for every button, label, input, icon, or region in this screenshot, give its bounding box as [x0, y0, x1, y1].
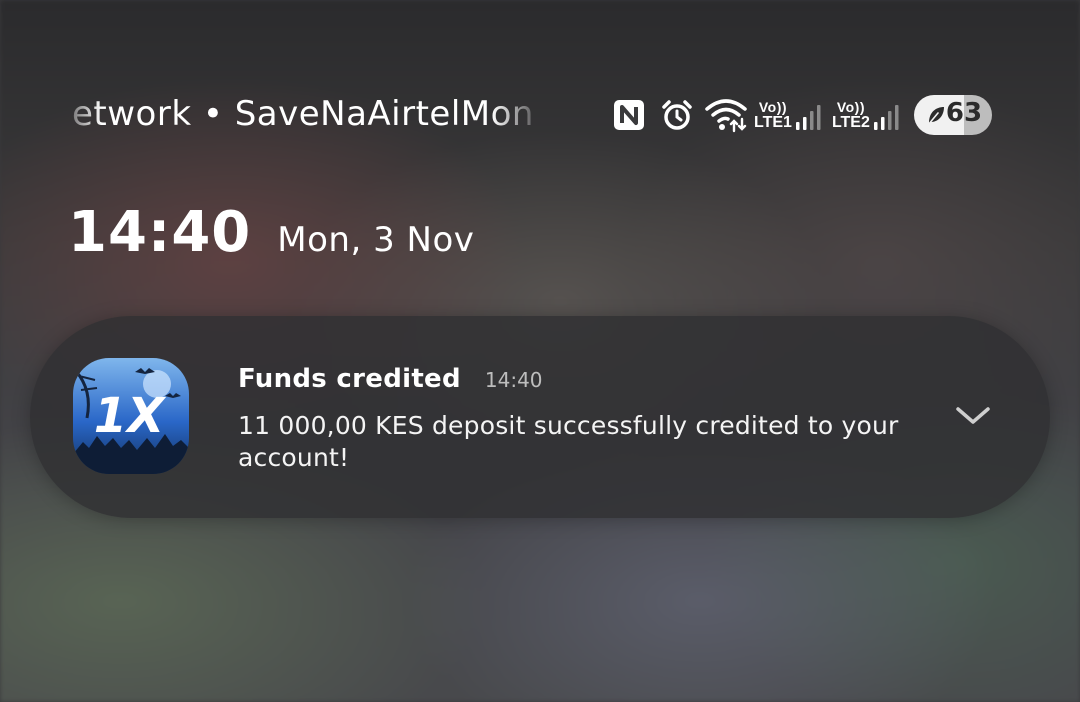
notification-card[interactable]: 1X Funds credited 14:40 11 000,00 KES de… — [30, 316, 1050, 518]
wifi-icon — [705, 99, 747, 133]
sim1-network-label: Vo)) LTE1 — [754, 99, 792, 131]
status-icons: Vo)) LTE1 Vo)) LTE2 63 — [612, 94, 992, 136]
signal-icon — [873, 105, 899, 130]
notification-title: Funds credited — [238, 364, 461, 394]
alarm-icon — [662, 100, 692, 130]
battery-level-text: 63 — [945, 98, 983, 128]
expand-notification-button[interactable] — [948, 396, 998, 436]
clock-date: Mon, 3 Nov — [277, 220, 475, 260]
notification-body: 11 000,00 KES deposit successfully credi… — [238, 411, 899, 472]
sim2-network-label: Vo)) LTE2 — [831, 99, 870, 131]
battery-indicator: 63 — [913, 95, 992, 135]
leaf-icon — [927, 107, 944, 126]
notification-header: Funds credited 14:40 — [238, 364, 543, 394]
nfc-icon — [614, 100, 644, 130]
status-bar: etwork • SaveNaAirtelMon Vo)) LTE1 Vo)) … — [0, 88, 1080, 142]
lock-screen-clock: 14:40 Mon, 3 Nov — [68, 200, 474, 265]
sim2-volte-label: Vo)) — [836, 99, 865, 115]
sim2-lte-label: LTE2 — [831, 114, 870, 131]
app-logo-icon: 1X — [73, 358, 189, 474]
app-icon: 1X — [73, 358, 189, 474]
clock-time: 14:40 — [68, 200, 252, 265]
sim1-volte-label: Vo)) — [758, 99, 788, 115]
notification-time: 14:40 — [484, 368, 543, 392]
app-icon-text: 1X — [94, 388, 166, 444]
signal-icon — [795, 105, 821, 130]
carrier-ticker-text: etwork • SaveNaAirtelMon — [72, 94, 532, 134]
chevron-down-icon — [956, 407, 990, 424]
sim1-lte-label: LTE1 — [754, 114, 792, 131]
